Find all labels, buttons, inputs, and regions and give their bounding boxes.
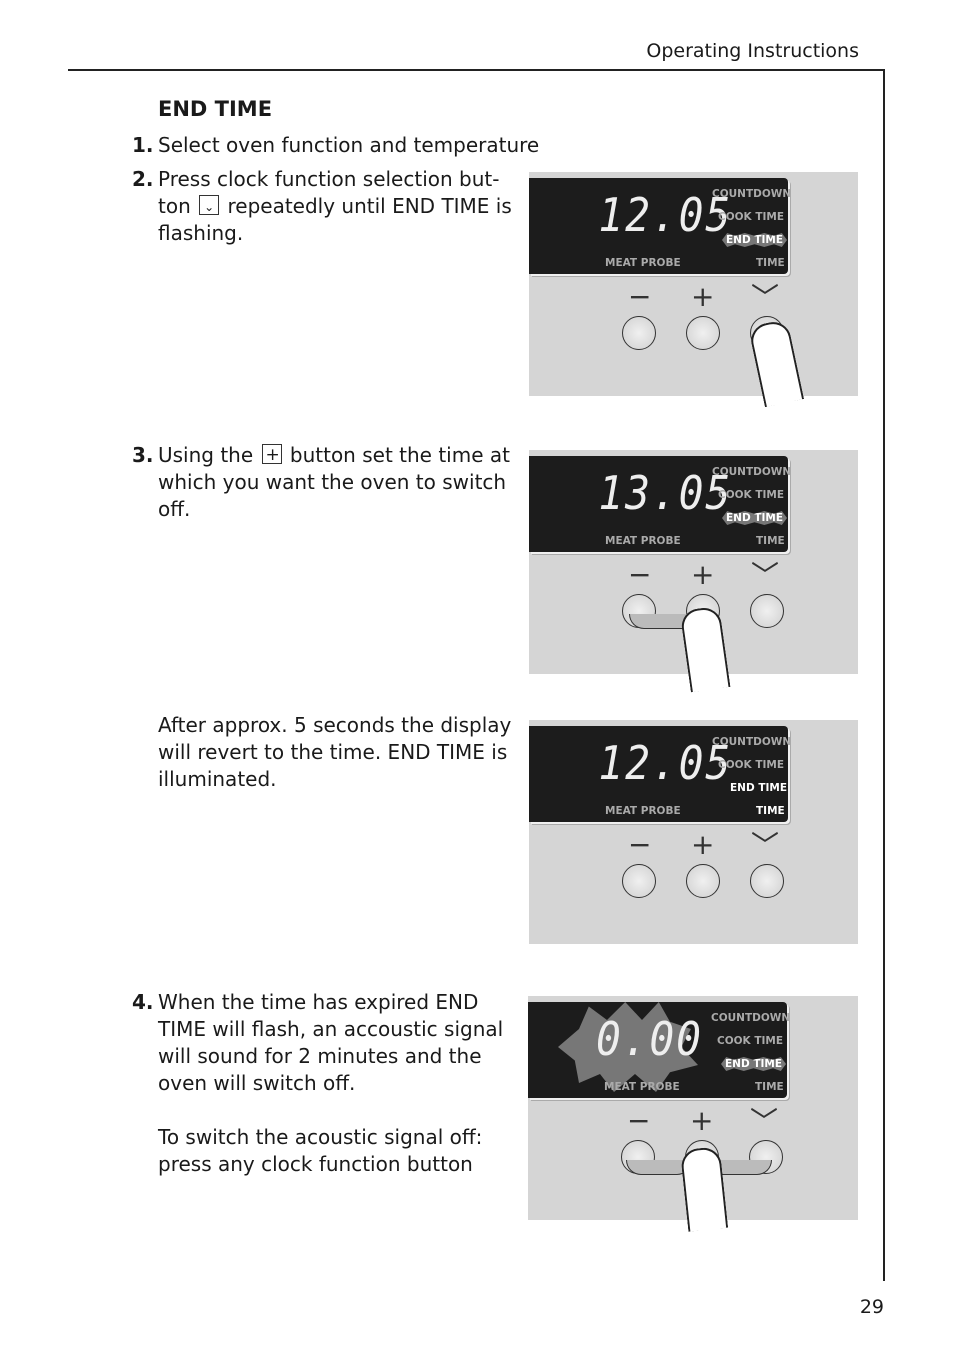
plus-icon: +	[691, 280, 715, 313]
chevron-down-icon: ﹀	[750, 1105, 779, 1138]
display-digits: 0.00	[595, 1012, 703, 1066]
chevron-down-icon: ﹀	[751, 281, 780, 314]
finger-icon	[747, 318, 805, 408]
oven-panel-2: 13.05 COUNTDOWN COOK TIME END TIME MEAT …	[529, 450, 858, 693]
oven-panel-1: 12.05 COUNTDOWN COOK TIME END TIME MEAT …	[529, 172, 858, 408]
chevron-down-icon: ﹀	[751, 829, 780, 862]
select-button[interactable]	[750, 864, 784, 898]
label-countdown: COUNTDOWN	[712, 188, 792, 200]
label-cook-time: COOK TIME	[718, 759, 785, 771]
finger-icon	[679, 1146, 729, 1232]
plus-icon: +	[691, 558, 715, 591]
minus-icon: −	[628, 280, 652, 313]
header-title: Operating Instructions	[646, 40, 859, 62]
lcd-display: 12.05 COUNTDOWN COOK TIME END TIME MEAT …	[529, 726, 792, 822]
label-meat-probe: MEAT PROBE	[605, 805, 681, 817]
minus-icon: −	[627, 1104, 651, 1137]
minus-icon: −	[628, 828, 652, 861]
label-cook-time: COOK TIME	[718, 489, 785, 501]
lcd-display: 0.00 COUNTDOWN COOK TIME END TIME MEAT P…	[528, 1002, 791, 1098]
step-1: 1. Select oven function and temperature	[132, 133, 540, 157]
plus-icon: +	[690, 1104, 714, 1137]
plus-icon: +	[691, 828, 715, 861]
lcd-display: 12.05 COUNTDOWN COOK TIME END TIME MEAT …	[529, 178, 792, 274]
label-countdown: COUNTDOWN	[712, 466, 792, 478]
plus-key-icon: +	[261, 444, 282, 465]
label-cook-time: COOK TIME	[717, 1035, 784, 1047]
label-end-time: END TIME	[721, 1057, 787, 1071]
oven-panel-4: 0.00 COUNTDOWN COOK TIME END TIME MEAT P…	[528, 996, 858, 1232]
label-end-time: END TIME	[722, 511, 788, 525]
step-4: 4. When the time has expired END TIME wi…	[132, 989, 523, 1178]
chevron-down-icon: ﹀	[751, 559, 780, 592]
label-cook-time: COOK TIME	[718, 211, 785, 223]
label-time: TIME	[756, 535, 785, 547]
oven-panel-3: 12.05 COUNTDOWN COOK TIME END TIME MEAT …	[529, 720, 858, 944]
header-rule	[68, 69, 885, 71]
lcd-display: 13.05 COUNTDOWN COOK TIME END TIME MEAT …	[529, 456, 792, 552]
label-end-time: END TIME	[730, 782, 788, 794]
page-number: 29	[859, 1296, 884, 1318]
label-end-time: END TIME	[722, 233, 788, 247]
minus-button[interactable]	[622, 864, 656, 898]
minus-button[interactable]	[622, 316, 656, 350]
chevron-down-key-icon: ⌄	[199, 195, 220, 215]
side-rule	[883, 69, 885, 1281]
step-4-note: To switch the acoustic signal off: press…	[158, 1125, 483, 1176]
label-meat-probe: MEAT PROBE	[604, 1081, 680, 1093]
label-time: TIME	[756, 805, 785, 817]
minus-icon: −	[628, 558, 652, 591]
label-countdown: COUNTDOWN	[711, 1012, 791, 1024]
plus-button[interactable]	[686, 864, 720, 898]
select-button[interactable]	[750, 594, 784, 628]
label-countdown: COUNTDOWN	[712, 736, 792, 748]
label-meat-probe: MEAT PROBE	[605, 535, 681, 547]
finger-icon	[679, 605, 731, 693]
label-time: TIME	[756, 257, 785, 269]
step-3: 3. Using the + button set the time at wh…	[132, 443, 510, 521]
label-time: TIME	[755, 1081, 784, 1093]
section-heading: END TIME	[158, 97, 273, 121]
label-meat-probe: MEAT PROBE	[605, 257, 681, 269]
step-note: After approx. 5 seconds the display will…	[158, 713, 512, 791]
step-2: 2. Press clock function selection but- t…	[132, 167, 512, 245]
plus-button[interactable]	[686, 316, 720, 350]
